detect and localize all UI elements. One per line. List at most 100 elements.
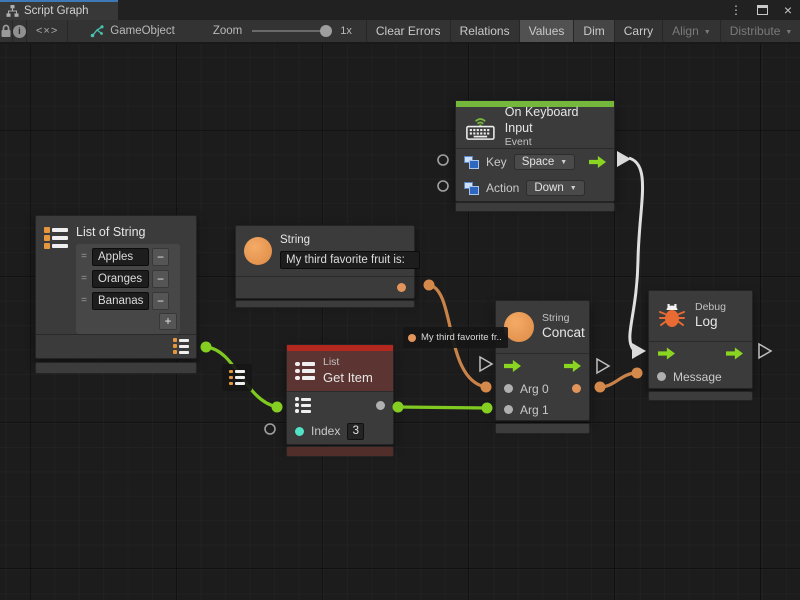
node-concat[interactable]: String Concat Arg 0 Arg 1 xyxy=(495,300,590,421)
control-row xyxy=(496,354,589,378)
carry-button[interactable]: Carry xyxy=(615,20,663,42)
window-menu-icon[interactable]: ⋮ xyxy=(730,0,742,20)
align-label: Align xyxy=(672,24,699,38)
graph-hierarchy-icon xyxy=(6,5,19,17)
chevron-down-icon: ▼ xyxy=(704,29,711,36)
control-input-port[interactable] xyxy=(504,360,521,373)
key-dropdown[interactable]: Space ▼ xyxy=(514,154,576,170)
zoom-label: Zoom xyxy=(213,25,242,37)
control-input-port[interactable] xyxy=(658,347,675,360)
port-row-arg0: Arg 0 xyxy=(496,378,589,399)
node-get-item[interactable]: List Get Item Index 3 xyxy=(286,344,394,445)
code-view-button[interactable]: <×> xyxy=(27,20,68,42)
string-type-icon xyxy=(504,312,534,342)
list-item-input[interactable] xyxy=(92,292,149,310)
port-row-index: Index 3 xyxy=(287,418,393,444)
list-item-input[interactable] xyxy=(92,248,149,266)
remove-item-button[interactable]: − xyxy=(152,270,169,288)
item-output-port[interactable] xyxy=(376,401,385,410)
control-output-port[interactable] xyxy=(564,360,581,373)
node-category: Debug xyxy=(695,301,726,315)
list-icon xyxy=(44,227,68,249)
list-item-row: = − xyxy=(79,269,177,289)
port-row-arg1: Arg 1 xyxy=(496,399,589,420)
gameobject-label: GameObject xyxy=(110,25,175,37)
index-input-port[interactable] xyxy=(295,427,304,436)
action-port-label: Action xyxy=(486,181,519,195)
list-output-port[interactable] xyxy=(173,338,189,354)
node-title: String xyxy=(280,233,420,247)
keycode-type-icon xyxy=(464,156,479,169)
node-title: Concat xyxy=(542,325,585,342)
control-output-port[interactable] xyxy=(589,156,606,169)
node-header: List of String = − = − = xyxy=(36,216,196,334)
key-dropdown-value: Space xyxy=(522,156,555,168)
result-output-port[interactable] xyxy=(572,384,581,393)
arg1-input-port[interactable] xyxy=(504,405,513,414)
bug-icon xyxy=(657,301,687,331)
graph-toolbar: i <×> GameObject Zoom 1x Clear Errors Re… xyxy=(0,20,800,44)
node-body: Message xyxy=(649,341,752,388)
zoom-slider-knob[interactable] xyxy=(320,25,332,37)
drag-handle-icon[interactable]: = xyxy=(79,273,89,284)
close-icon[interactable]: × xyxy=(784,0,792,20)
distribute-dropdown[interactable]: Distribute ▼ xyxy=(721,20,800,42)
dim-button[interactable]: Dim xyxy=(574,20,614,42)
port-row-message: Message xyxy=(649,365,752,388)
node-header: On Keyboard Input Event xyxy=(456,107,614,148)
list-item-input[interactable] xyxy=(92,270,149,288)
node-string-literal[interactable]: String xyxy=(235,225,415,299)
lock-button[interactable] xyxy=(0,20,13,42)
message-label: Message xyxy=(673,370,722,384)
list-item-row: = − xyxy=(79,247,177,267)
relations-button[interactable]: Relations xyxy=(451,20,520,42)
remove-item-button[interactable]: − xyxy=(152,292,169,310)
control-output-port[interactable] xyxy=(726,347,743,360)
lock-icon xyxy=(0,24,12,38)
list-icon xyxy=(229,370,245,386)
node-title: Get Item xyxy=(323,370,373,386)
node-list-of-string[interactable]: List of String = − = − = xyxy=(35,215,197,359)
node-footer xyxy=(286,446,394,457)
drag-handle-icon[interactable]: = xyxy=(79,295,89,306)
list-inline-editor: = − = − = − + xyxy=(76,244,180,334)
align-dropdown[interactable]: Align ▼ xyxy=(663,20,721,42)
node-footer xyxy=(35,362,197,374)
message-input-port[interactable] xyxy=(657,372,666,381)
zoom-value: 1x xyxy=(340,25,352,37)
arg0-input-port[interactable] xyxy=(504,384,513,393)
string-value-input[interactable] xyxy=(280,251,420,269)
string-output-port[interactable] xyxy=(397,283,406,292)
port-row-key: Key Space ▼ xyxy=(456,149,614,175)
string-value-preview: My third favorite fr.. xyxy=(421,332,502,343)
values-button[interactable]: Values xyxy=(520,20,575,42)
action-dropdown[interactable]: Down ▼ xyxy=(526,180,584,196)
list-value-badge xyxy=(222,364,252,391)
info-button[interactable]: i xyxy=(13,20,27,42)
list-input-port[interactable] xyxy=(295,397,311,413)
node-title: Log xyxy=(695,314,726,331)
node-footer xyxy=(495,423,590,434)
gameobject-context[interactable]: GameObject xyxy=(90,20,175,42)
arg1-label: Arg 1 xyxy=(520,403,549,417)
remove-item-button[interactable]: − xyxy=(152,248,169,266)
action-dropdown-value: Down xyxy=(534,182,563,194)
clear-errors-button[interactable]: Clear Errors xyxy=(366,20,451,42)
chevron-down-icon: ▼ xyxy=(570,185,577,192)
port-row-action: Action Down ▼ xyxy=(456,175,614,201)
node-debug-log[interactable]: Debug Log Message xyxy=(648,290,753,389)
node-on-keyboard-input[interactable]: On Keyboard Input Event Key Space ▼ Acti… xyxy=(455,100,615,202)
node-body xyxy=(36,334,196,358)
tab-script-graph[interactable]: Script Graph xyxy=(0,0,118,20)
code-icon: <×> xyxy=(36,25,58,37)
node-header: Debug Log xyxy=(649,291,752,341)
script-graph-window: Script Graph ⋮ × i <×> GameObject xyxy=(0,0,800,600)
keyboard-icon xyxy=(464,115,497,141)
chevron-down-icon: ▼ xyxy=(785,29,792,36)
add-item-button[interactable]: + xyxy=(159,313,177,330)
maximize-icon[interactable] xyxy=(757,0,768,20)
zoom-slider[interactable] xyxy=(252,30,330,32)
drag-handle-icon[interactable]: = xyxy=(79,251,89,262)
index-value-field[interactable]: 3 xyxy=(347,423,364,440)
node-title: List of String xyxy=(76,225,180,241)
